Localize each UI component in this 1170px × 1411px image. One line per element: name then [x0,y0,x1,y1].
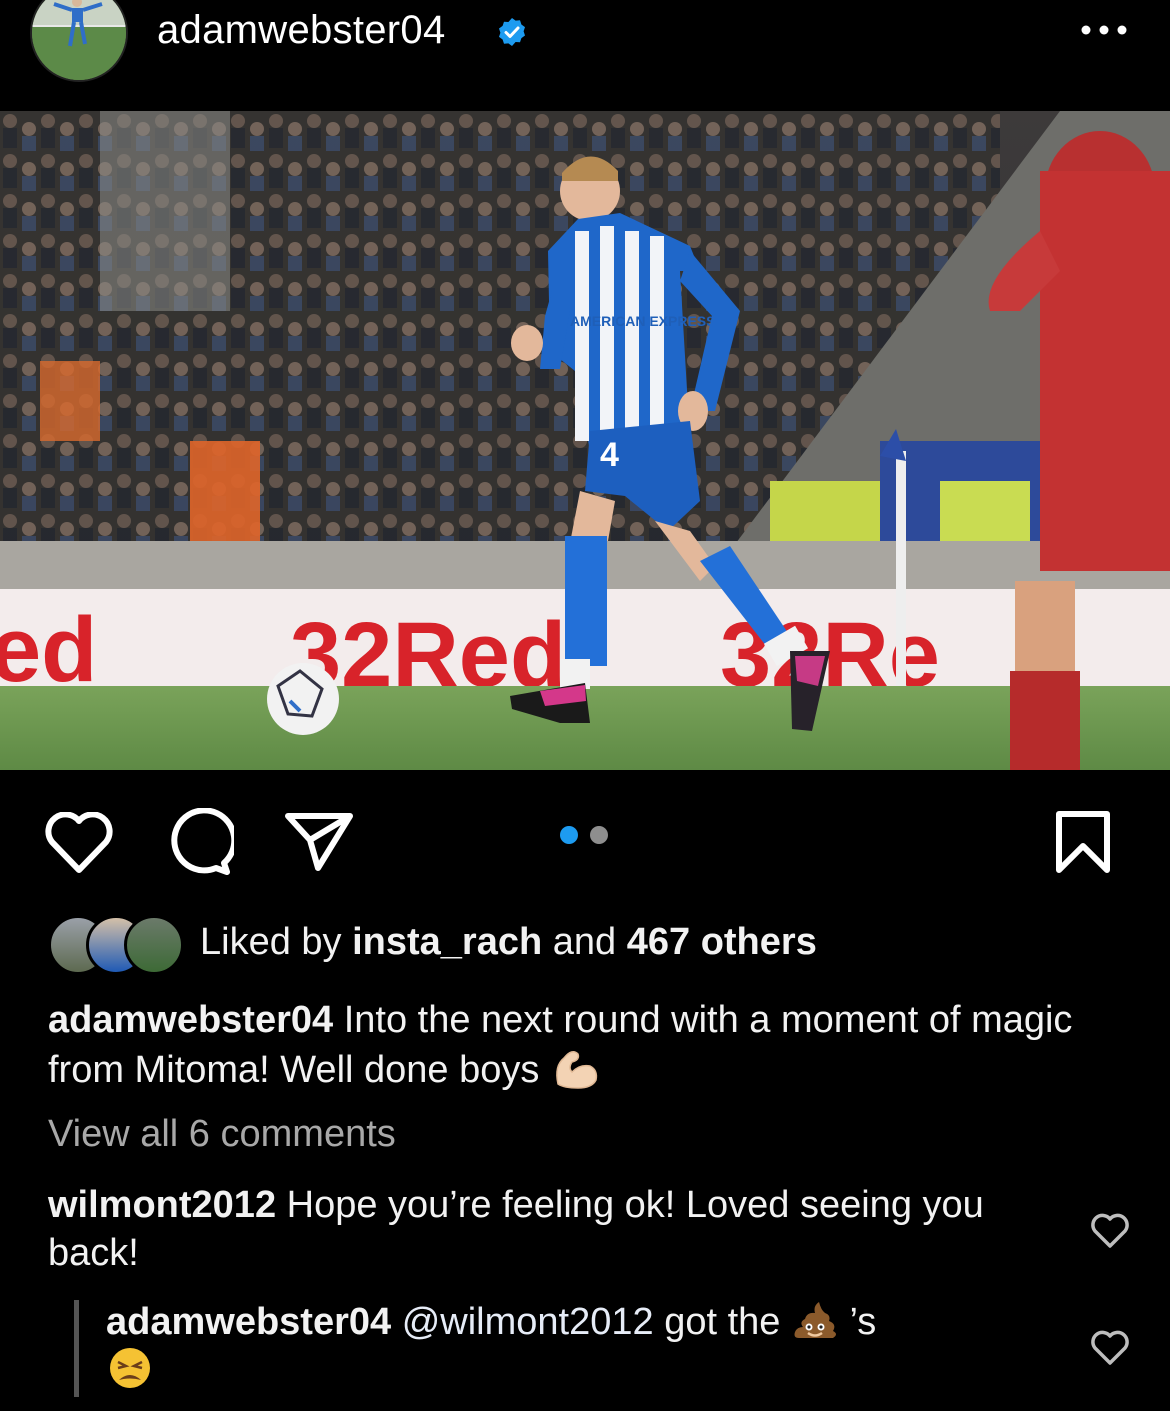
caption-username[interactable]: adamwebster04 [48,999,333,1041]
reply-like-heart-icon[interactable] [1090,1330,1130,1366]
profile-avatar[interactable] [30,0,128,82]
post-caption: adamwebster04 Into the next round with a… [48,996,1128,1094]
comment-reply: adamwebster04 @wilmont2012 got the ’s [106,1298,1056,1394]
post-photo[interactable]: ed 32Red 32Re AMERICAN EXPRESS 4 [0,111,1170,770]
shirt-sponsor: AMERICAN EXPRESS [570,313,715,329]
heart-icon[interactable] [44,812,114,874]
comment-username[interactable]: wilmont2012 [48,1184,276,1226]
reply-text-after: ’s [849,1301,877,1343]
liked-by-user[interactable]: insta_rach [352,921,542,963]
reply-text: got the [664,1301,781,1343]
likes-text: Liked by insta_rach and 467 others [200,921,817,964]
comment-like-heart-icon[interactable] [1090,1213,1130,1249]
view-all-comments[interactable]: View all 6 comments [48,1113,396,1156]
ad-text-1: ed [0,599,97,701]
reply-mention[interactable]: @wilmont2012 [402,1301,654,1343]
liked-by-prefix: Liked by [200,921,342,963]
header-username[interactable]: adamwebster04 [157,8,446,53]
more-icon[interactable] [1078,18,1130,42]
carousel-dot-active [560,826,578,844]
share-icon[interactable] [284,810,354,872]
pile-of-poo-icon [794,1302,836,1338]
verified-icon [499,18,525,46]
shirt-number: 4 [600,436,619,474]
flexed-biceps-icon [556,1051,598,1089]
liked-by-others[interactable]: 467 others [627,921,817,963]
likes-row[interactable]: Liked by insta_rach and 467 others [48,915,1148,975]
carousel-indicator [560,826,620,846]
weary-face-icon [110,1348,150,1388]
liked-by-and: and [552,921,617,963]
liker-avatar-3 [124,915,184,975]
post-header: adamwebster04 [0,0,1170,110]
carousel-dot [590,826,608,844]
reply-username[interactable]: adamwebster04 [106,1301,391,1343]
comment-icon[interactable] [164,808,234,878]
comment: wilmont2012 Hope you’re feeling ok! Love… [48,1181,1058,1277]
bookmark-icon[interactable] [1054,810,1112,874]
reply-thread-line [74,1300,79,1397]
